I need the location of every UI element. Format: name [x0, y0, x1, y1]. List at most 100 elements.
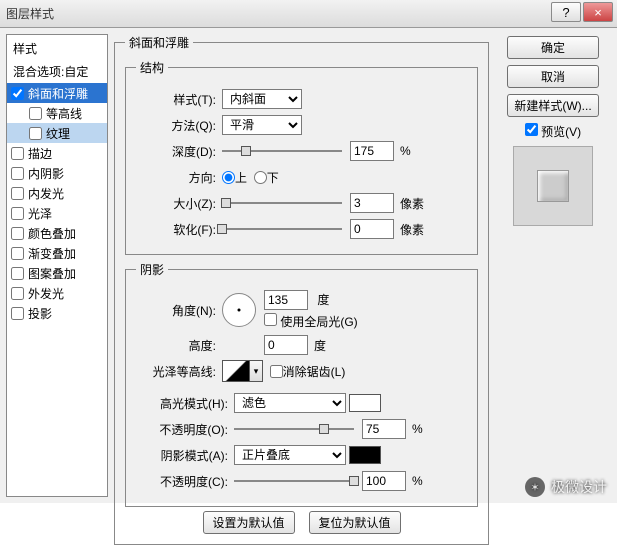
size-unit: 像素: [400, 195, 424, 212]
sidebar-item-bevel[interactable]: 斜面和浮雕: [7, 83, 107, 103]
angle-unit: 度: [317, 293, 329, 307]
checkbox-bevel[interactable]: [11, 87, 24, 100]
help-button[interactable]: ?: [551, 2, 581, 22]
ok-button[interactable]: 确定: [507, 36, 599, 59]
shadow-opacity-label: 不透明度(C):: [136, 473, 228, 490]
checkbox-pattern-overlay[interactable]: [11, 267, 24, 280]
sidebar-item-inner-shadow[interactable]: 内阴影: [7, 163, 107, 183]
depth-input[interactable]: [350, 141, 394, 161]
sidebar-item-inner-glow[interactable]: 内发光: [7, 183, 107, 203]
gloss-contour-drop[interactable]: ▾: [250, 360, 263, 382]
shadow-mode-label: 阴影模式(A):: [136, 447, 228, 464]
sidebar-item-satin[interactable]: 光泽: [7, 203, 107, 223]
shadow-color-swatch[interactable]: [349, 446, 381, 464]
sidebar-item-label: 斜面和浮雕: [28, 85, 88, 102]
title-bar: 图层样式 ? ×: [0, 0, 617, 28]
shadow-opacity-slider[interactable]: [234, 474, 354, 488]
global-light-checkbox[interactable]: [264, 313, 277, 326]
sidebar-item-contour[interactable]: 等高线: [7, 103, 107, 123]
checkbox-satin[interactable]: [11, 207, 24, 220]
shading-legend: 阴影: [136, 261, 168, 278]
preview-swatch: [513, 146, 593, 226]
checkbox-color-overlay[interactable]: [11, 227, 24, 240]
right-panel: 确定 取消 新建样式(W)... 预览(V): [495, 34, 611, 497]
technique-select[interactable]: 平滑: [222, 115, 302, 135]
sidebar-item-label: 等高线: [46, 105, 82, 122]
hilite-mode-label: 高光模式(H):: [136, 395, 228, 412]
bevel-fieldset: 斜面和浮雕 结构 样式(T): 内斜面 方法(Q): 平滑 深度(D): %: [114, 34, 489, 545]
global-light-label: 使用全局光(G): [280, 315, 357, 329]
watermark: ✶ 极微设计: [525, 477, 607, 497]
soften-input[interactable]: [350, 219, 394, 239]
sidebar-item-label: 投影: [28, 305, 52, 322]
window-title: 图层样式: [6, 5, 54, 22]
make-default-button[interactable]: 设置为默认值: [203, 511, 295, 534]
sidebar-item-label: 纹理: [46, 125, 70, 142]
sidebar-item-label: 颜色叠加: [28, 225, 76, 242]
sidebar-item-label: 图案叠加: [28, 265, 76, 282]
hilite-mode-select[interactable]: 滤色: [234, 393, 346, 413]
checkbox-contour[interactable]: [29, 107, 42, 120]
sidebar-item-texture[interactable]: 纹理: [7, 123, 107, 143]
styles-sidebar: 样式 混合选项:自定 斜面和浮雕 等高线 纹理 描边 内阴影 内发光 光泽 颜色…: [6, 34, 108, 497]
direction-down-radio[interactable]: [254, 171, 267, 184]
angle-control[interactable]: [222, 293, 256, 327]
checkbox-inner-shadow[interactable]: [11, 167, 24, 180]
preview-checkbox[interactable]: [525, 123, 538, 136]
sidebar-item-stroke[interactable]: 描边: [7, 143, 107, 163]
checkbox-outer-glow[interactable]: [11, 287, 24, 300]
altitude-input[interactable]: [264, 335, 308, 355]
reset-default-button[interactable]: 复位为默认值: [309, 511, 401, 534]
wechat-icon: ✶: [525, 477, 545, 497]
size-label: 大小(Z):: [136, 195, 216, 212]
direction-up-radio[interactable]: [222, 171, 235, 184]
checkbox-drop-shadow[interactable]: [11, 307, 24, 320]
sidebar-item-gradient-overlay[interactable]: 渐变叠加: [7, 243, 107, 263]
structure-fieldset: 结构 样式(T): 内斜面 方法(Q): 平滑 深度(D): % 方向:: [125, 59, 478, 255]
style-label: 样式(T):: [136, 91, 216, 108]
new-style-button[interactable]: 新建样式(W)...: [507, 94, 599, 117]
size-input[interactable]: [350, 193, 394, 213]
soften-unit: 像素: [400, 221, 424, 238]
sidebar-item-pattern-overlay[interactable]: 图案叠加: [7, 263, 107, 283]
sidebar-item-color-overlay[interactable]: 颜色叠加: [7, 223, 107, 243]
checkbox-texture[interactable]: [29, 127, 42, 140]
cancel-button[interactable]: 取消: [507, 65, 599, 88]
style-select[interactable]: 内斜面: [222, 89, 302, 109]
checkbox-gradient-overlay[interactable]: [11, 247, 24, 260]
watermark-text: 极微设计: [551, 477, 607, 497]
structure-legend: 结构: [136, 59, 168, 76]
shadow-mode-select[interactable]: 正片叠底: [234, 445, 346, 465]
checkbox-stroke[interactable]: [11, 147, 24, 160]
angle-input[interactable]: [264, 290, 308, 310]
antialias-checkbox[interactable]: [270, 365, 283, 378]
depth-unit: %: [400, 144, 411, 158]
bevel-legend: 斜面和浮雕: [125, 34, 193, 51]
hilite-opacity-label: 不透明度(O):: [136, 421, 228, 438]
checkbox-inner-glow[interactable]: [11, 187, 24, 200]
window-controls: ? ×: [549, 2, 613, 22]
hilite-opacity-input[interactable]: [362, 419, 406, 439]
sidebar-styles-header[interactable]: 样式: [7, 37, 107, 60]
shadow-opacity-input[interactable]: [362, 471, 406, 491]
gloss-contour-label: 光泽等高线:: [136, 363, 216, 380]
center-panel: 斜面和浮雕 结构 样式(T): 内斜面 方法(Q): 平滑 深度(D): %: [114, 34, 489, 497]
hilite-opacity-slider[interactable]: [234, 422, 354, 436]
preview-label: 预览(V): [541, 125, 581, 139]
sidebar-item-label: 外发光: [28, 285, 64, 302]
close-button[interactable]: ×: [583, 2, 613, 22]
sidebar-item-label: 描边: [28, 145, 52, 162]
soften-slider[interactable]: [222, 222, 342, 236]
size-slider[interactable]: [222, 196, 342, 210]
sidebar-item-drop-shadow[interactable]: 投影: [7, 303, 107, 323]
preview-toggle[interactable]: 预览(V): [525, 123, 581, 140]
direction-label: 方向:: [136, 169, 216, 186]
gloss-contour-picker[interactable]: [222, 360, 250, 382]
sidebar-item-outer-glow[interactable]: 外发光: [7, 283, 107, 303]
depth-slider[interactable]: [222, 144, 342, 158]
dialog-body: 样式 混合选项:自定 斜面和浮雕 等高线 纹理 描边 内阴影 内发光 光泽 颜色…: [0, 28, 617, 503]
altitude-label: 高度:: [136, 337, 216, 354]
hilite-color-swatch[interactable]: [349, 394, 381, 412]
sidebar-blend-options[interactable]: 混合选项:自定: [7, 60, 107, 83]
sidebar-item-label: 内阴影: [28, 165, 64, 182]
